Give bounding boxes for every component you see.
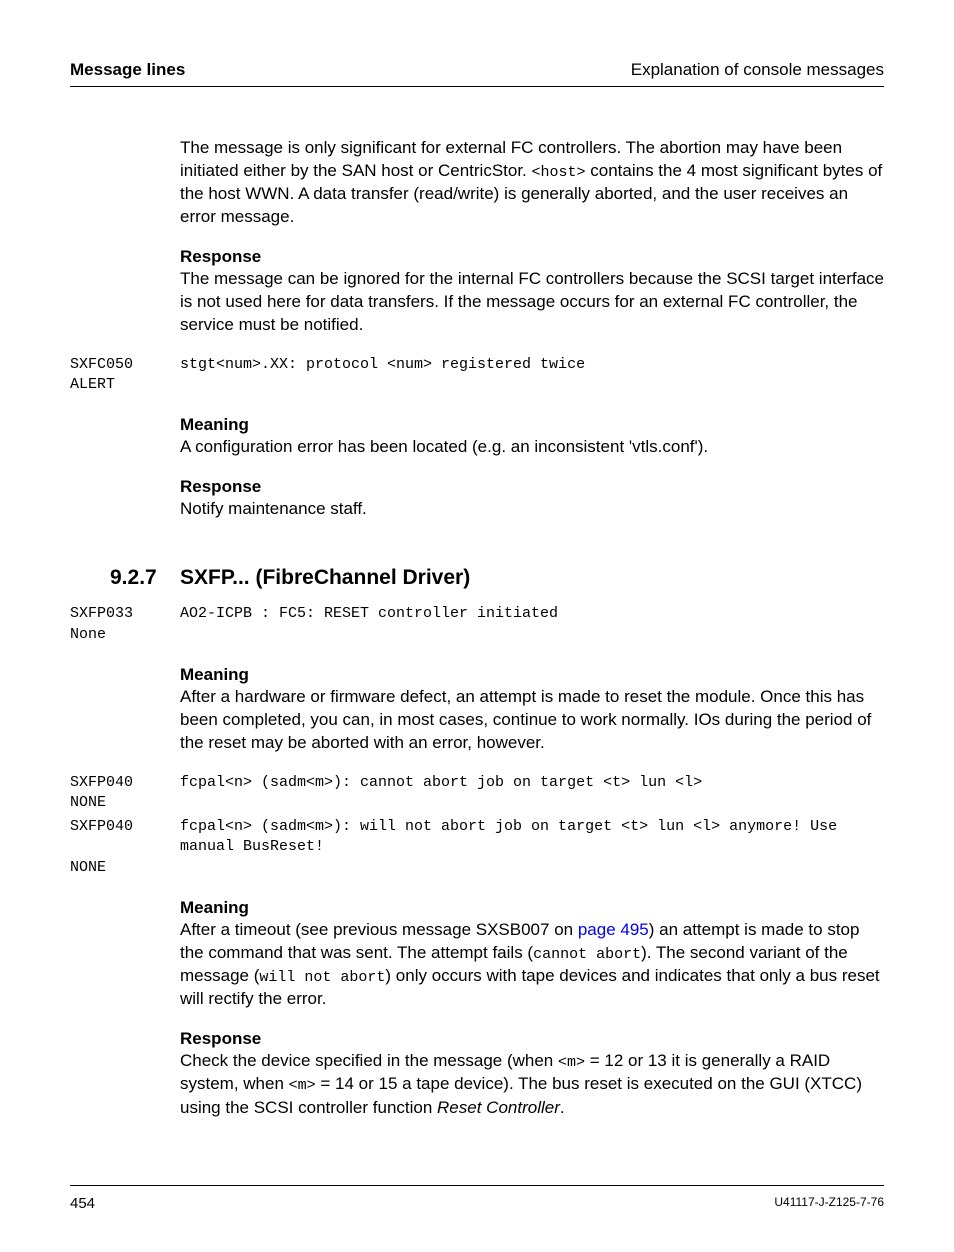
message-sxfp040-a: SXFP040 NONE fcpal<n> (sadm<m>): cannot … [70,773,884,814]
inline-code-m: <m> [289,1077,316,1094]
paragraph-response-3: Check the device specified in the messag… [180,1050,884,1119]
inline-code-host: <host> [532,164,586,181]
paragraph-meaning-3: After a timeout (see previous message SX… [180,919,884,1011]
link-page-495[interactable]: page 495 [578,920,649,939]
paragraph-response-1: The message can be ignored for the inter… [180,268,884,337]
header-chapter-title: Explanation of console messages [631,60,884,80]
paragraph-meaning-1: A configuration error has been located (… [180,436,884,459]
section-title: SXFP... (FibreChannel Driver) [180,566,470,590]
message-code: SXFP040 NONE [70,817,180,878]
message-sxfp033: SXFP033 None AO2-ICPB : FC5: RESET contr… [70,604,884,645]
paragraph-response-2: Notify maintenance staff. [180,498,884,521]
inline-code-m: <m> [558,1054,585,1071]
italic-text: Reset Controller [437,1098,560,1117]
label-meaning: Meaning [180,665,884,685]
message-sxfp040-b: SXFP040 NONE fcpal<n> (sadm<m>): will no… [70,817,884,878]
message-sxfc050: SXFC050 ALERT stgt<num>.XX: protocol <nu… [70,355,884,396]
label-response: Response [180,1029,884,1049]
message-code: SXFC050 ALERT [70,355,180,396]
label-meaning: Meaning [180,415,884,435]
label-meaning: Meaning [180,898,884,918]
label-response: Response [180,477,884,497]
message-text: fcpal<n> (sadm<m>): cannot abort job on … [180,773,884,793]
label-response: Response [180,247,884,267]
message-text: fcpal<n> (sadm<m>): will not abort job o… [180,817,884,858]
footer-doc-id: U41117-J-Z125-7-76 [774,1195,884,1212]
section-heading: 9.2.7 SXFP... (FibreChannel Driver) [70,566,884,590]
page-footer: 454 U41117-J-Z125-7-76 [70,1185,884,1212]
message-text: AO2-ICPB : FC5: RESET controller initiat… [180,604,884,624]
page-header: Message lines Explanation of console mes… [70,60,884,87]
paragraph-intro: The message is only significant for exte… [180,137,884,229]
footer-page-number: 454 [70,1195,95,1212]
message-code: SXFP040 NONE [70,773,180,814]
inline-code: will not abort [259,969,385,986]
paragraph-meaning-2: After a hardware or firmware defect, an … [180,686,884,755]
inline-code: cannot abort [533,946,641,963]
message-text: stgt<num>.XX: protocol <num> registered … [180,355,884,375]
message-code: SXFP033 None [70,604,180,645]
header-section-title: Message lines [70,60,185,80]
section-number: 9.2.7 [110,566,180,590]
